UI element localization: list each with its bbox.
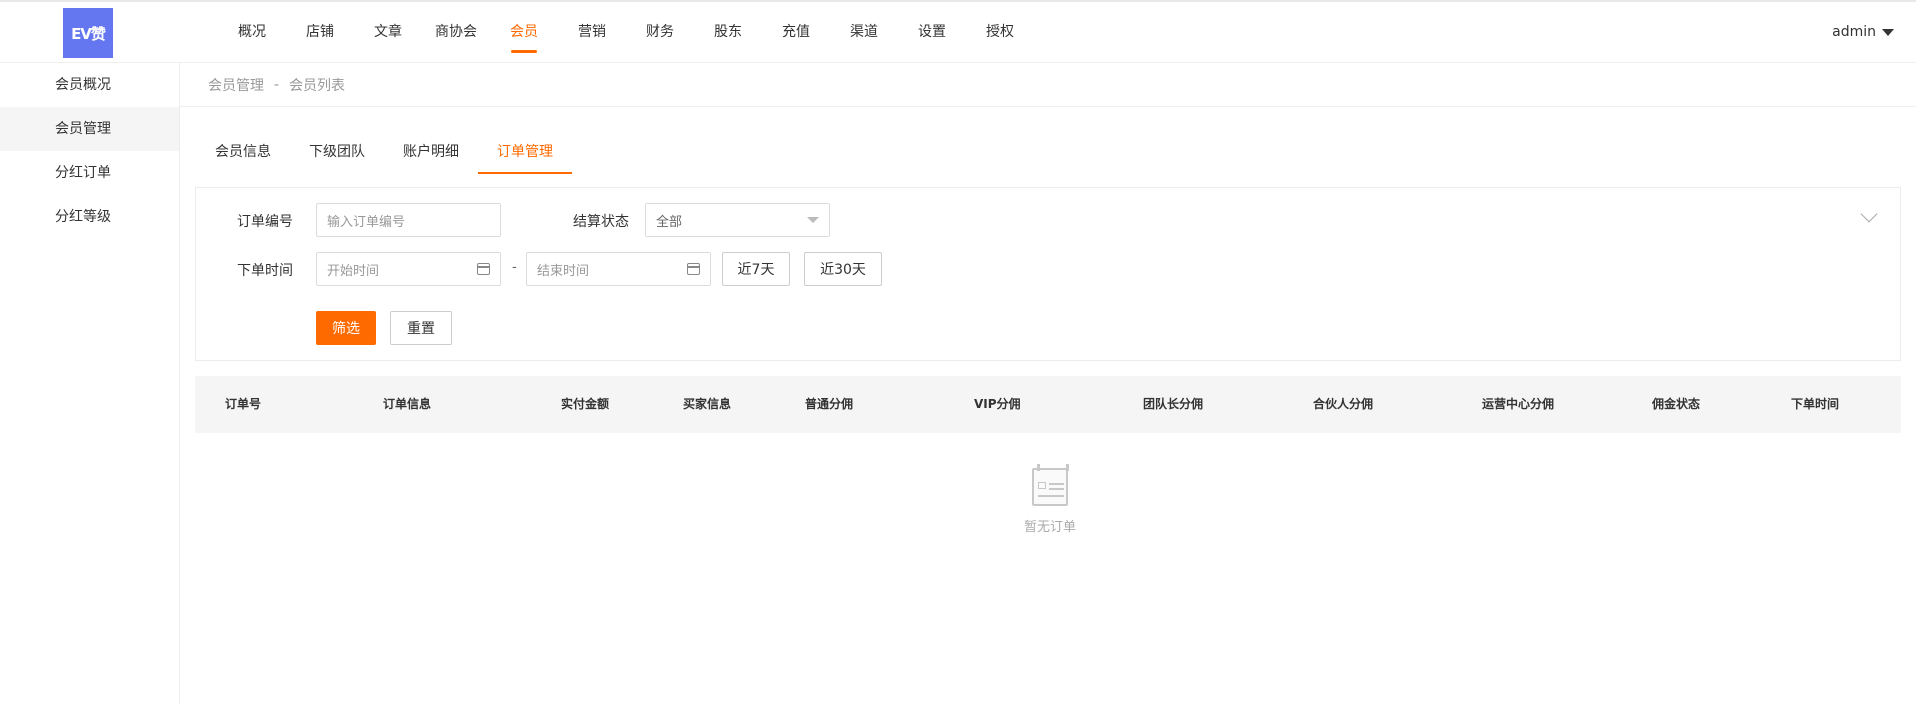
column-header-order-info: 订单信息 xyxy=(383,397,432,411)
user-menu[interactable]: admin xyxy=(1832,2,1894,63)
calendar-icon xyxy=(477,263,490,275)
empty-document-icon xyxy=(1032,464,1069,506)
nav-item-store[interactable]: 店铺 xyxy=(292,2,348,63)
order-time-label: 下单时间 xyxy=(237,263,293,279)
settlement-status-label: 结算状态 xyxy=(573,214,629,230)
sidebar-item-dividend-orders[interactable]: 分红订单 xyxy=(0,151,179,195)
order-no-input[interactable]: 输入订单编号 xyxy=(316,203,501,237)
tab-sub-team[interactable]: 下级团队 xyxy=(290,132,384,174)
recent-7-days-button[interactable]: 近7天 xyxy=(722,252,790,286)
tab-member-info[interactable]: 会员信息 xyxy=(196,132,290,174)
calendar-icon xyxy=(687,263,700,275)
order-no-label: 订单编号 xyxy=(237,214,293,230)
chevron-down-icon xyxy=(807,217,819,223)
nav-item-finance[interactable]: 财务 xyxy=(632,2,688,63)
caret-down-icon xyxy=(1882,29,1894,36)
column-header-normal-commission: 普通分佣 xyxy=(805,397,854,411)
nav-item-channel[interactable]: 渠道 xyxy=(836,2,892,63)
filter-panel: 订单编号 输入订单编号 结算状态 全部 下单时间 开始时间 - 结束时间 近7天… xyxy=(195,187,1901,361)
empty-state: 暂无订单 xyxy=(980,464,1120,535)
settlement-status-value: 全部 xyxy=(656,214,683,230)
column-header-buyer-info: 买家信息 xyxy=(683,397,732,411)
filter-button[interactable]: 筛选 xyxy=(316,311,376,345)
breadcrumb-separator: - xyxy=(274,76,280,93)
start-date-input[interactable]: 开始时间 xyxy=(316,252,501,286)
sidebar-item-dividend-levels[interactable]: 分红等级 xyxy=(0,195,179,239)
table-header: 订单号 订单信息 实付金额 买家信息 普通分佣 VIP分佣 团队长分佣 合伙人分… xyxy=(195,376,1901,433)
settlement-status-select[interactable]: 全部 xyxy=(645,203,830,237)
member-tabs: 会员信息 下级团队 账户明细 订单管理 xyxy=(196,132,572,174)
start-date-placeholder: 开始时间 xyxy=(327,263,380,279)
column-header-operation-center-commission: 运营中心分佣 xyxy=(1482,397,1555,411)
nav-item-shareholder[interactable]: 股东 xyxy=(700,2,756,63)
column-header-commission-status: 佣金状态 xyxy=(1652,397,1701,411)
breadcrumb-parent[interactable]: 会员管理 xyxy=(208,75,264,95)
order-no-placeholder: 输入订单编号 xyxy=(327,214,406,230)
sidebar: 会员概况 会员管理 分红订单 分红等级 xyxy=(0,63,180,704)
date-range-separator: - xyxy=(512,260,517,275)
column-header-team-leader-commission: 团队长分佣 xyxy=(1143,397,1204,411)
sidebar-item-member-management[interactable]: 会员管理 xyxy=(0,107,179,151)
app-logo[interactable]: EV赞 xyxy=(63,8,113,58)
recent-30-days-button[interactable]: 近30天 xyxy=(804,252,882,286)
column-header-vip-commission: VIP分佣 xyxy=(974,397,1021,411)
collapse-chevron-icon[interactable] xyxy=(1860,205,1878,223)
empty-state-text: 暂无订单 xyxy=(1023,520,1076,535)
nav-item-recharge[interactable]: 充值 xyxy=(768,2,824,63)
main-nav: 概况 店铺 文章 商协会 会员 营销 财务 股东 充值 渠道 设置 授权 xyxy=(224,2,1040,63)
breadcrumb-current: 会员列表 xyxy=(289,77,346,94)
logo-text: EV赞 xyxy=(71,24,106,43)
nav-item-chamber[interactable]: 商协会 xyxy=(428,2,484,63)
end-date-placeholder: 结束时间 xyxy=(537,263,590,279)
column-header-paid-amount: 实付金额 xyxy=(561,397,610,411)
sidebar-item-member-overview[interactable]: 会员概况 xyxy=(0,63,179,107)
nav-item-authorize[interactable]: 授权 xyxy=(972,2,1028,63)
user-name: admin xyxy=(1832,24,1876,40)
end-date-input[interactable]: 结束时间 xyxy=(526,252,711,286)
nav-item-overview[interactable]: 概况 xyxy=(224,2,280,63)
nav-item-settings[interactable]: 设置 xyxy=(904,2,960,63)
nav-item-marketing[interactable]: 营销 xyxy=(564,2,620,63)
reset-button[interactable]: 重置 xyxy=(390,311,452,345)
nav-item-member[interactable]: 会员 xyxy=(496,2,552,63)
tab-account-details[interactable]: 账户明细 xyxy=(384,132,478,174)
tab-order-management[interactable]: 订单管理 xyxy=(478,132,572,174)
breadcrumb: 会员管理 - 会员列表 xyxy=(180,63,1916,107)
top-navbar: EV赞 概况 店铺 文章 商协会 会员 营销 财务 股东 充值 渠道 设置 授权… xyxy=(0,0,1916,63)
column-header-partner-commission: 合伙人分佣 xyxy=(1313,397,1374,411)
column-header-order-no: 订单号 xyxy=(225,397,262,411)
nav-item-article[interactable]: 文章 xyxy=(360,2,416,63)
column-header-order-time: 下单时间 xyxy=(1791,397,1840,411)
